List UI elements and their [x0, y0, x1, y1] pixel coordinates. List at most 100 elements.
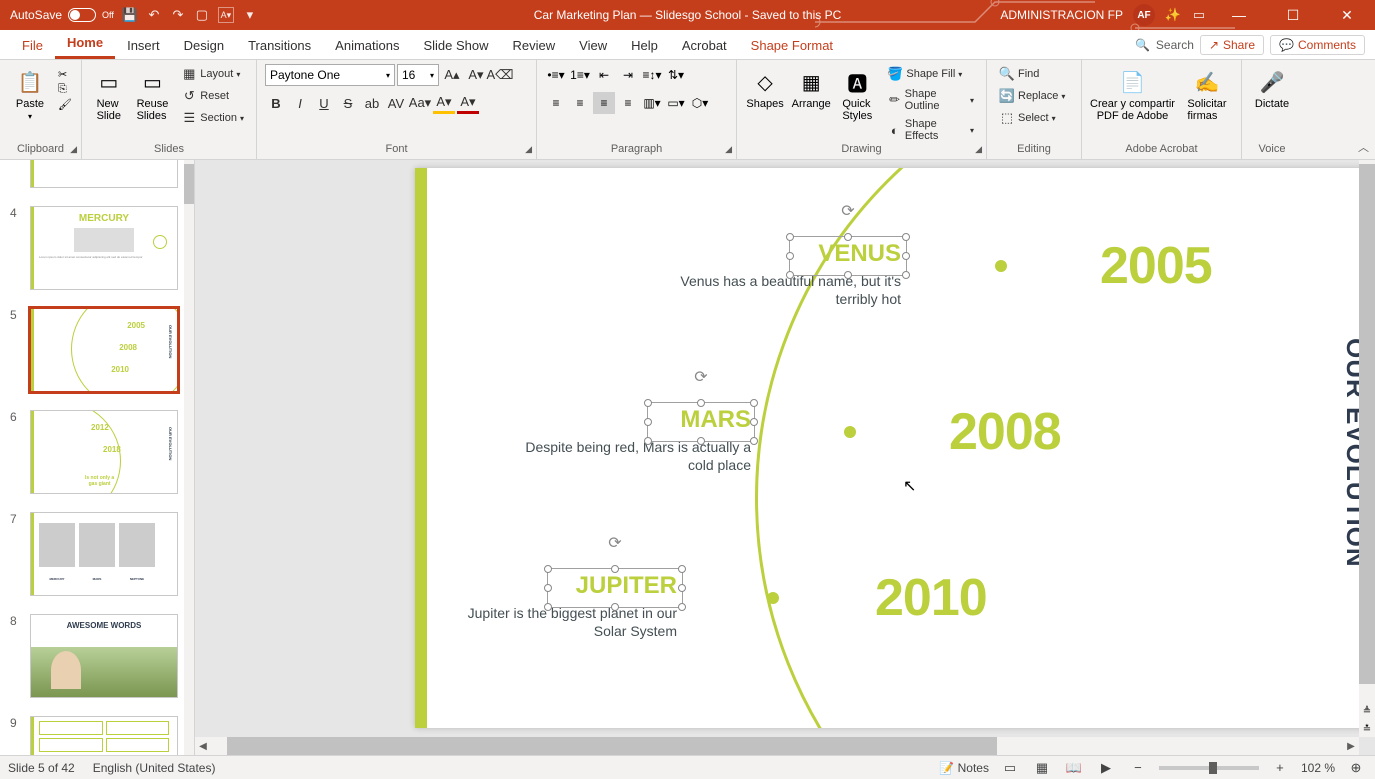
zoom-slider[interactable] — [1159, 766, 1259, 770]
slide-thumbnail-7[interactable]: MERCURYMARSNEPTUNE — [30, 512, 178, 596]
slide-thumbnail-8[interactable]: AWESOME WORDS — [30, 614, 178, 698]
decrease-indent-button[interactable]: ⇤ — [593, 64, 615, 86]
thumbnail-row[interactable]: 8 AWESOME WORDS — [10, 614, 184, 698]
shadow-button[interactable]: ab — [361, 92, 383, 114]
qat-customize-icon[interactable]: ▾ — [242, 7, 258, 23]
close-button[interactable]: ✕ — [1325, 0, 1369, 30]
planet-desc-mars[interactable]: Despite being red, Mars is actually a co… — [511, 438, 751, 474]
justify-button[interactable]: ≡ — [617, 92, 639, 114]
create-pdf-button[interactable]: 📄Crear y compartir PDF de Adobe — [1090, 64, 1175, 122]
tab-slideshow[interactable]: Slide Show — [411, 32, 500, 59]
strikethrough-button[interactable]: S — [337, 92, 359, 114]
new-slide-button[interactable]: ▭New Slide — [90, 64, 128, 122]
tab-transitions[interactable]: Transitions — [236, 32, 323, 59]
thumbnail-row[interactable]: 7 MERCURYMARSNEPTUNE — [10, 512, 184, 596]
sorter-view-button[interactable]: ▦ — [1031, 759, 1053, 777]
selection-box[interactable]: ⟳ — [789, 236, 907, 276]
dictate-button[interactable]: 🎤Dictate — [1250, 64, 1294, 110]
next-slide-button[interactable]: ≛ — [1359, 724, 1375, 735]
find-button[interactable]: 🔍Find — [995, 64, 1069, 84]
align-text-button[interactable]: ▭▾ — [665, 92, 687, 114]
copy-icon[interactable]: ⎘ — [58, 83, 72, 96]
slide-counter[interactable]: Slide 5 of 42 — [8, 761, 75, 775]
thumbnail-row[interactable]: 4 — [10, 160, 184, 188]
font-launcher[interactable]: ◢ — [525, 144, 532, 155]
slideshow-view-button[interactable]: ▶ — [1095, 759, 1117, 777]
smartart-button[interactable]: ⬡▾ — [689, 92, 711, 114]
zoom-out-button[interactable]: − — [1127, 759, 1149, 777]
numbering-button[interactable]: 1≡▾ — [569, 64, 591, 86]
vertical-scrollbar[interactable]: ≜ ≛ — [1359, 160, 1375, 737]
highlight-color-button[interactable]: A▾ — [433, 92, 455, 114]
tab-view[interactable]: View — [567, 32, 619, 59]
italic-button[interactable]: I — [289, 92, 311, 114]
increase-font-icon[interactable]: A▴ — [441, 64, 463, 86]
slide-thumbnail-6[interactable]: 2012 2018 Is not only agas giant OUR EVO… — [30, 410, 178, 494]
format-painter-icon[interactable]: 🖌 — [58, 98, 72, 111]
paragraph-launcher[interactable]: ◢ — [725, 144, 732, 155]
layout-button[interactable]: ▦Layout▾ — [177, 64, 248, 84]
slide-thumbnail-5[interactable]: 2005 2008 2010 OUR EVOLUTION — [30, 308, 178, 392]
quick-styles-button[interactable]: 🅰Quick Styles — [837, 64, 877, 122]
tab-file[interactable]: File — [10, 32, 55, 59]
reuse-slides-button[interactable]: ▭Reuse Slides — [134, 64, 172, 122]
reading-view-button[interactable]: 📖 — [1063, 759, 1085, 777]
user-avatar[interactable]: AF — [1133, 4, 1155, 26]
tab-help[interactable]: Help — [619, 32, 670, 59]
clear-formatting-icon[interactable]: A⌫ — [489, 64, 511, 86]
zoom-level[interactable]: 102 % — [1301, 761, 1335, 775]
share-button[interactable]: ↗Share — [1200, 35, 1264, 55]
shape-fill-button[interactable]: 🪣Shape Fill▾ — [883, 64, 978, 84]
shape-outline-button[interactable]: ✏Shape Outline▾ — [883, 86, 978, 114]
replace-button[interactable]: 🔄Replace▾ — [995, 86, 1069, 106]
font-name-combo[interactable]: Paytone One▾ — [265, 64, 395, 86]
underline-button[interactable]: U — [313, 92, 335, 114]
notes-button[interactable]: 📝 Notes — [939, 761, 989, 775]
request-signatures-button[interactable]: ✍Solicitar firmas — [1181, 64, 1233, 122]
font-color-button[interactable]: A▾ — [457, 92, 479, 114]
planet-desc-jupiter[interactable]: Jupiter is the biggest planet in our Sol… — [437, 604, 677, 640]
thumbnail-row[interactable]: 6 2012 2018 Is not only agas giant OUR E… — [10, 410, 184, 494]
rotate-handle-icon[interactable]: ⟳ — [694, 367, 707, 387]
normal-view-button[interactable]: ▭ — [999, 759, 1021, 777]
thumbnail-row[interactable]: 9 — [10, 716, 184, 755]
coming-soon-icon[interactable]: ✨ — [1165, 7, 1181, 23]
reset-button[interactable]: ↺Reset — [177, 86, 248, 106]
char-spacing-button[interactable]: AV — [385, 92, 407, 114]
tab-acrobat[interactable]: Acrobat — [670, 32, 739, 59]
prev-slide-button[interactable]: ≜ — [1359, 706, 1375, 717]
decrease-font-icon[interactable]: A▾ — [465, 64, 487, 86]
start-from-beginning-icon[interactable]: ▢ — [194, 7, 210, 23]
save-icon[interactable]: 💾 — [122, 7, 138, 23]
autosave-toggle[interactable]: AutoSave Off — [10, 8, 114, 22]
tab-design[interactable]: Design — [172, 32, 236, 59]
tab-shape-format[interactable]: Shape Format — [739, 32, 845, 59]
slide-thumbnail-4[interactable] — [30, 160, 178, 188]
minimize-button[interactable]: — — [1217, 0, 1261, 30]
bold-button[interactable]: B — [265, 92, 287, 114]
slide-thumbnail-4[interactable]: MERCURY Lorem ipsum dolor sit amet conse… — [30, 206, 178, 290]
thumbnail-row[interactable]: 5 2005 2008 2010 OUR EVOLUTION — [10, 308, 184, 392]
fit-to-window-button[interactable]: ⊕ — [1345, 759, 1367, 777]
shape-effects-button[interactable]: ◐Shape Effects▾ — [883, 116, 978, 144]
tab-home[interactable]: Home — [55, 29, 115, 59]
tab-insert[interactable]: Insert — [115, 32, 172, 59]
drawing-launcher[interactable]: ◢ — [975, 144, 982, 155]
increase-indent-button[interactable]: ⇥ — [617, 64, 639, 86]
arrange-button[interactable]: ▦Arrange — [791, 64, 831, 110]
clipboard-launcher[interactable]: ◢ — [70, 144, 77, 155]
undo-icon[interactable]: ↶ — [146, 7, 162, 23]
text-direction-button[interactable]: ⇅▾ — [665, 64, 687, 86]
qat-more-icon[interactable]: A▾ — [218, 7, 234, 23]
collapse-ribbon-button[interactable]: ︿ — [1358, 139, 1369, 155]
shapes-button[interactable]: ◇Shapes — [745, 64, 785, 110]
tab-review[interactable]: Review — [501, 32, 568, 59]
zoom-in-button[interactable]: + — [1269, 759, 1291, 777]
comments-button[interactable]: 💬Comments — [1270, 35, 1365, 55]
line-spacing-button[interactable]: ≡↕▾ — [641, 64, 663, 86]
cut-icon[interactable]: ✂ — [58, 68, 72, 81]
selection-box[interactable]: ⟳ — [547, 568, 683, 608]
align-left-button[interactable]: ≡ — [545, 92, 567, 114]
section-button[interactable]: ☰Section▾ — [177, 108, 248, 128]
align-center-button[interactable]: ≡ — [569, 92, 591, 114]
